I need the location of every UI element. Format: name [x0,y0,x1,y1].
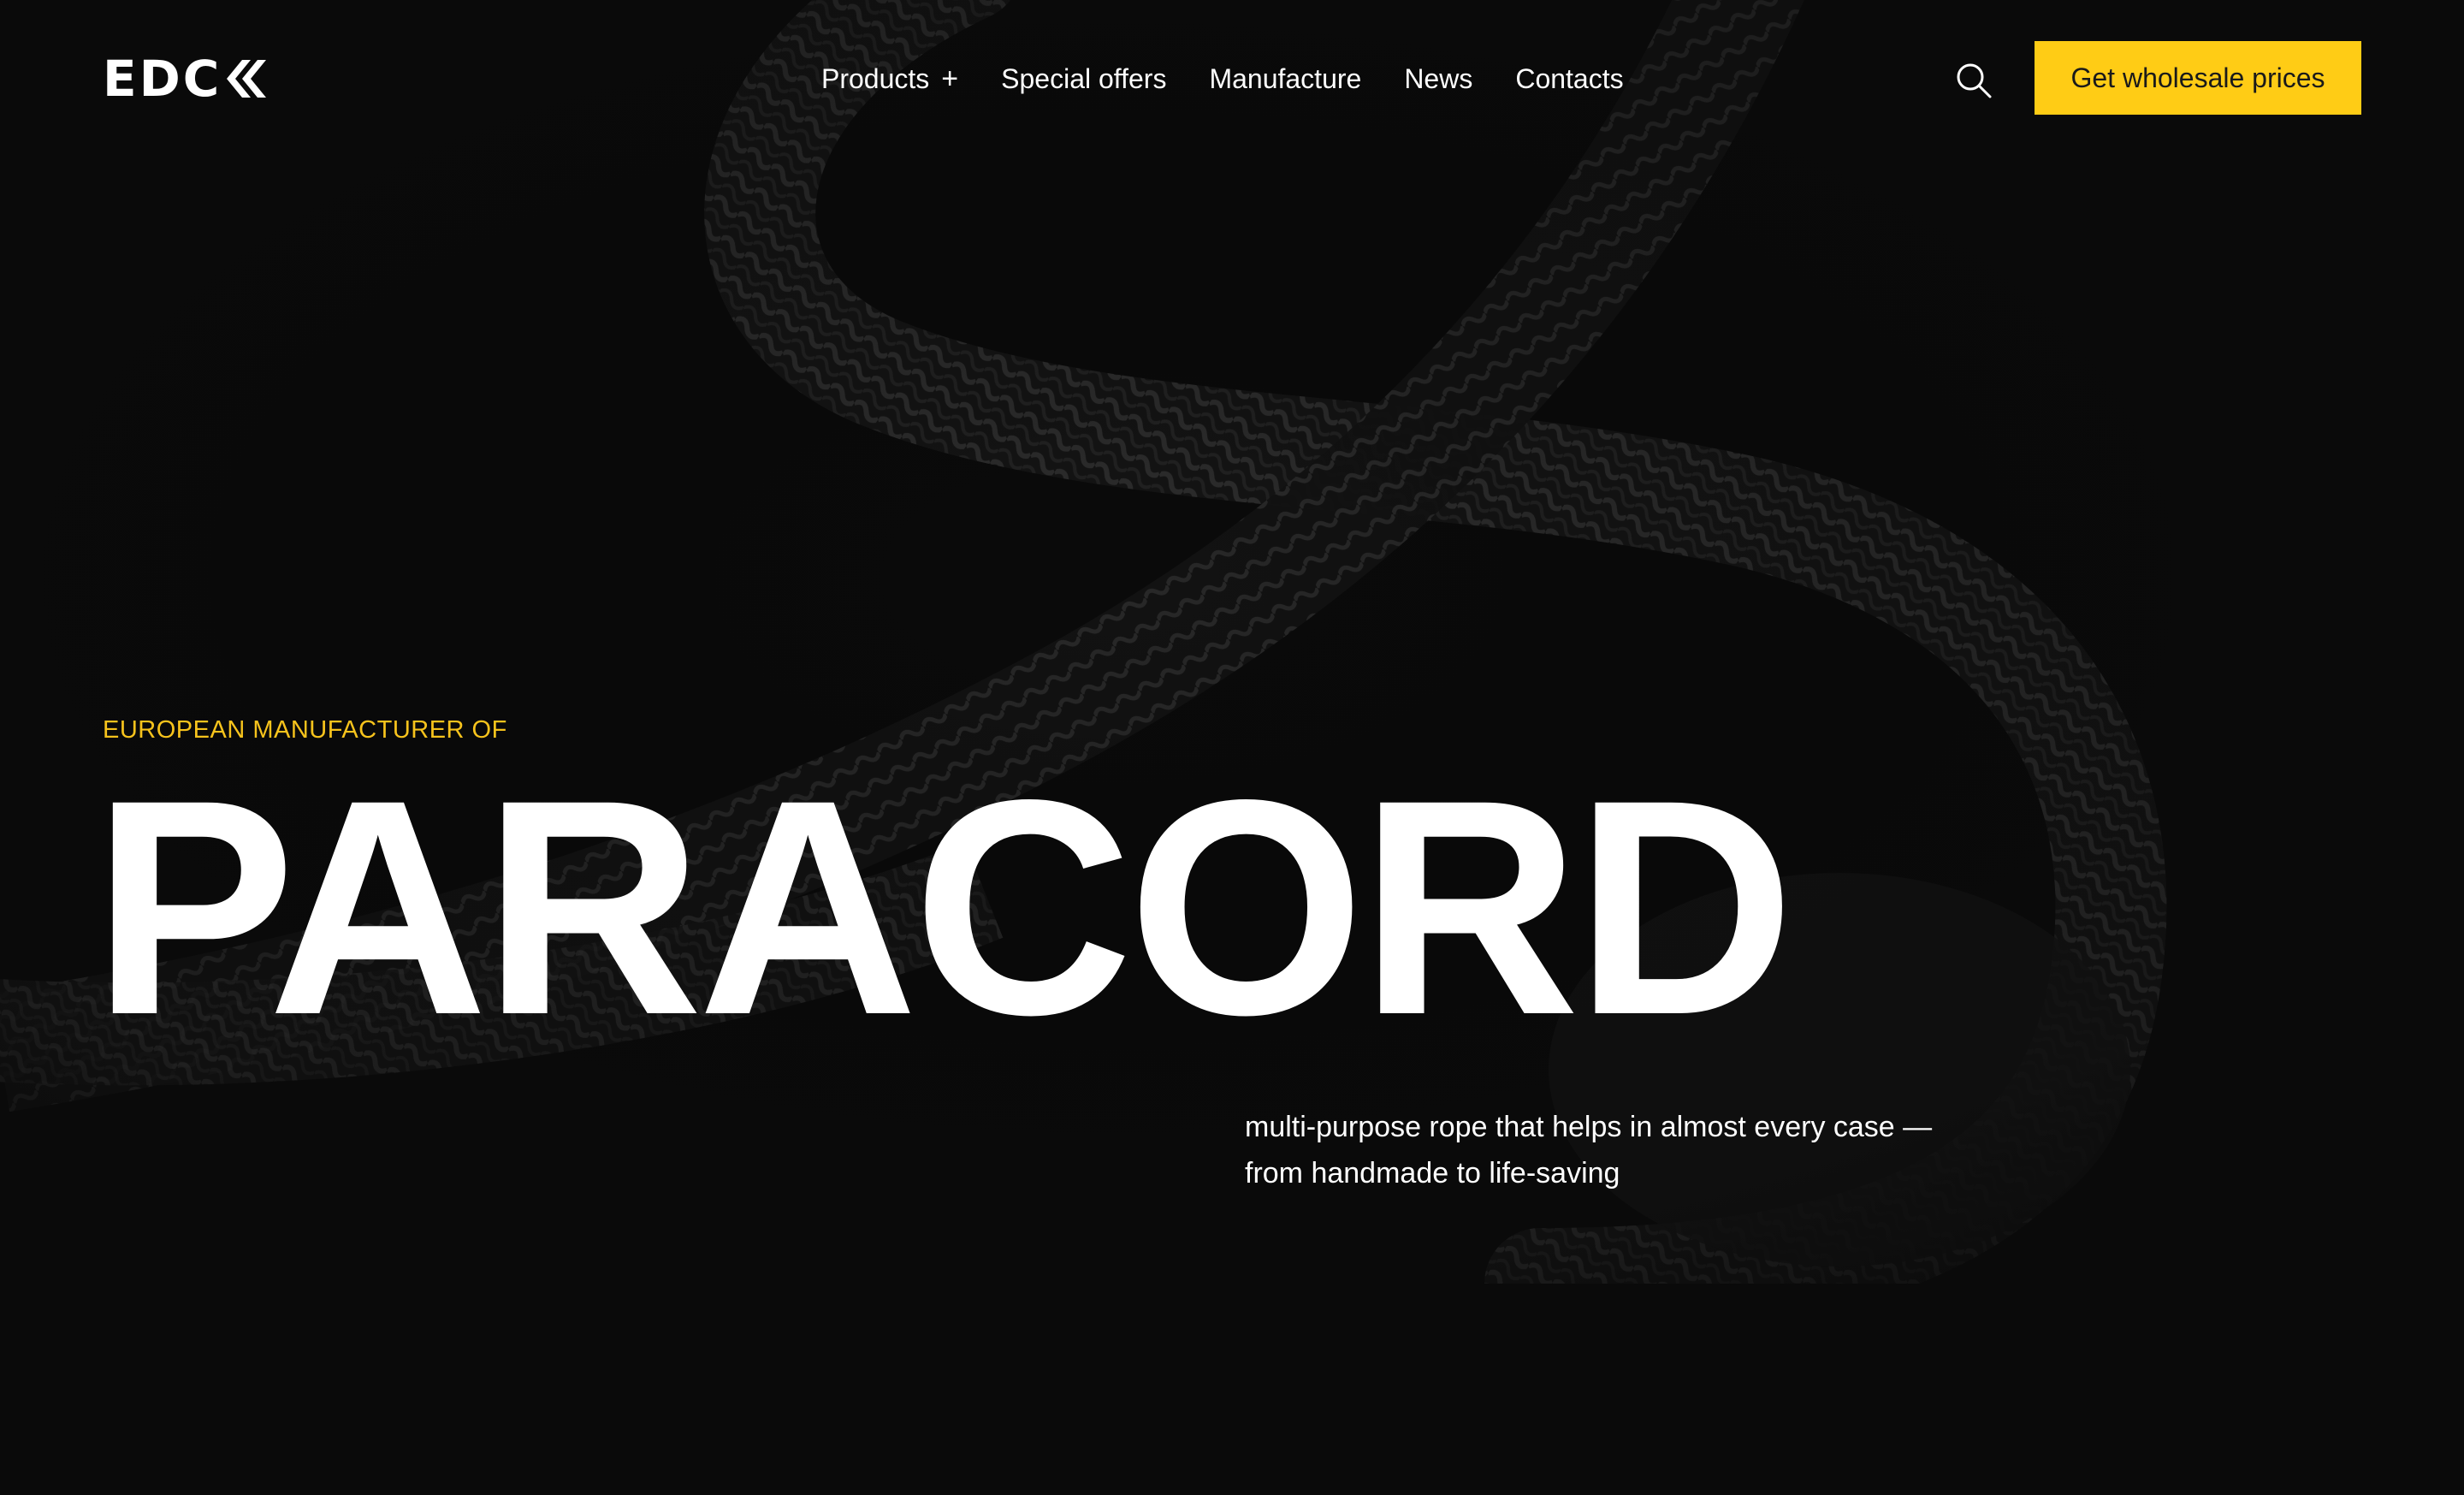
site-header: EDC Products + Special offers Manufactur… [0,0,2464,157]
nav-item-label: Contacts [1515,63,1624,94]
hero-description-line: multi-purpose rope that helps in almost … [1245,1111,1933,1143]
nav-item-special-offers[interactable]: Special offers [1001,53,1166,104]
get-wholesale-prices-button[interactable]: Get wholesale prices [2035,41,2361,115]
nav-item-label: Special offers [1001,63,1167,94]
double-chevron-left-icon [227,60,267,98]
nav-item-label: News [1404,63,1473,94]
page: EDC Products + Special offers Manufactur… [0,0,2464,1495]
nav-item-contacts[interactable]: Contacts [1515,53,1623,104]
hero-description-line: from handmade to life-saving [1245,1157,1620,1189]
nav-item-label: Products [821,63,930,94]
plus-icon: + [941,62,959,95]
search-icon [1957,63,1992,98]
main-nav: Products + Special offers Manufacture Ne… [821,53,1624,104]
hero-rope-image [0,0,2464,1284]
nav-item-label: Manufacture [1209,63,1362,94]
hero-title: PARACORD [92,736,1795,1078]
nav-item-products[interactable]: Products + [821,53,958,104]
brand-logo[interactable]: EDC [103,50,268,108]
logo-text: EDC [103,50,222,108]
nav-item-manufacture[interactable]: Manufacture [1209,53,1361,104]
hero-description: multi-purpose rope that helps in almost … [1245,1104,2015,1196]
nav-item-news[interactable]: News [1404,53,1472,104]
search-button[interactable] [1953,60,1994,101]
